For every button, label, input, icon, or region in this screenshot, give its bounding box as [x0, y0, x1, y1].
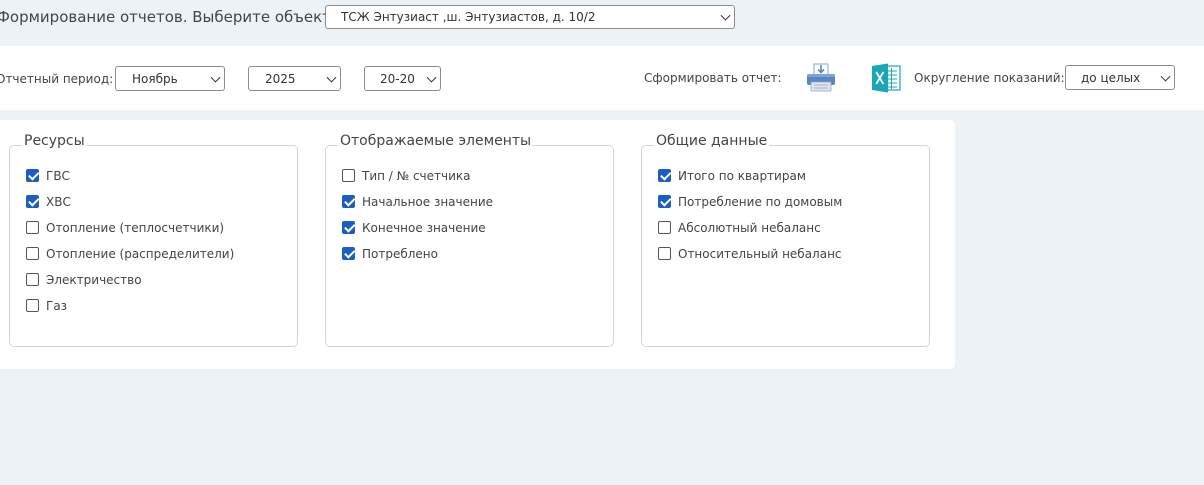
period-bar: Отчетный период: Ноябрь 2025 20-20 Сформ…	[0, 46, 1204, 110]
checkbox[interactable]	[658, 194, 671, 208]
checkbox-label: Абсолютный небаланс	[678, 221, 821, 235]
year-select[interactable]: 2025	[248, 66, 341, 91]
object-select-wrapper: ТСЖ Энтузиаст ,ш. Энтузиастов, д. 10/2	[325, 5, 735, 29]
checkbox[interactable]	[26, 246, 39, 260]
elements-group-title: Отображаемые элементы	[338, 133, 534, 149]
checkbox[interactable]	[342, 246, 355, 260]
checkbox-label: Относительный небаланс	[678, 247, 842, 261]
checkbox-label: Отопление (теплосчетчики)	[46, 221, 225, 235]
general-checkbox-row[interactable]: Абсолютный небаланс	[658, 219, 821, 235]
general-checkbox-row[interactable]: Итого по квартирам	[658, 167, 806, 183]
general-checkbox-row[interactable]: Потребление по домовым	[658, 193, 842, 209]
checkbox[interactable]	[342, 220, 355, 234]
checkbox[interactable]	[658, 220, 671, 234]
printer-icon	[807, 63, 835, 92]
period-label: Отчетный период:	[0, 72, 114, 86]
options-panel: Ресурсы ГВС ХВС Отопление (теплосчетчики…	[0, 120, 955, 369]
checkbox[interactable]	[26, 298, 39, 312]
checkbox-label: Начальное значение	[362, 195, 494, 209]
month-select[interactable]: Ноябрь	[115, 66, 225, 91]
excel-icon	[872, 63, 901, 93]
checkbox-label: ГВС	[46, 169, 70, 183]
rounding-label: Округление показаний:	[914, 71, 1065, 85]
checkbox-label: Газ	[46, 299, 68, 313]
resource-checkbox-row[interactable]: ХВС	[26, 193, 71, 209]
rounding-select-wrapper: до целых	[1065, 65, 1175, 90]
checkbox-label: Тип / № счетчика	[362, 169, 471, 183]
resource-checkbox-row[interactable]: Отопление (распределители)	[26, 245, 234, 261]
element-checkbox-row[interactable]: Конечное значение	[342, 219, 486, 235]
day-range-select[interactable]: 20-20	[364, 66, 441, 91]
resource-checkbox-row[interactable]: Газ	[26, 297, 67, 313]
resource-checkbox-row[interactable]: Электричество	[26, 271, 142, 287]
year-select-wrapper: 2025	[248, 66, 341, 91]
checkbox[interactable]	[342, 194, 355, 208]
checkbox-label: Итого по квартирам	[678, 169, 806, 183]
print-report-button[interactable]	[805, 63, 837, 93]
checkbox-label: Электричество	[46, 273, 142, 287]
checkbox[interactable]	[658, 168, 671, 182]
excel-report-button[interactable]	[871, 63, 901, 93]
checkbox-label: Потребление по домовым	[678, 195, 843, 209]
element-checkbox-row[interactable]: Начальное значение	[342, 193, 493, 209]
page-title: Формирование отчетов. Выберите объект:	[0, 8, 336, 26]
rounding-select[interactable]: до целых	[1065, 65, 1175, 90]
report-label: Сформировать отчет:	[644, 71, 782, 85]
checkbox[interactable]	[26, 168, 39, 182]
element-checkbox-row[interactable]: Потреблено	[342, 245, 438, 261]
checkbox[interactable]	[342, 168, 355, 182]
elements-group: Отображаемые элементы Тип / № счетчика Н…	[325, 133, 614, 347]
top-bar: Формирование отчетов. Выберите объект: Т…	[0, 0, 1204, 46]
checkbox[interactable]	[26, 194, 39, 208]
checkbox[interactable]	[658, 246, 671, 260]
resources-group-title: Ресурсы	[22, 133, 87, 149]
day-range-select-wrapper: 20-20	[364, 66, 441, 91]
month-select-wrapper: Ноябрь	[115, 66, 225, 91]
resources-group: Ресурсы ГВС ХВС Отопление (теплосчетчики…	[9, 133, 298, 347]
general-group-title: Общие данные	[654, 133, 770, 149]
checkbox-label: Конечное значение	[362, 221, 486, 235]
object-select[interactable]: ТСЖ Энтузиаст ,ш. Энтузиастов, д. 10/2	[325, 5, 735, 29]
checkbox[interactable]	[26, 272, 39, 286]
general-checkbox-row[interactable]: Относительный небаланс	[658, 245, 842, 261]
element-checkbox-row[interactable]: Тип / № счетчика	[342, 167, 471, 183]
resource-checkbox-row[interactable]: Отопление (теплосчетчики)	[26, 219, 224, 235]
checkbox[interactable]	[26, 220, 39, 234]
resource-checkbox-row[interactable]: ГВС	[26, 167, 70, 183]
general-group: Общие данные Итого по квартирам Потребле…	[641, 133, 930, 347]
checkbox-label: Потреблено	[362, 247, 438, 261]
checkbox-label: Отопление (распределители)	[46, 247, 235, 261]
checkbox-label: ХВС	[46, 195, 71, 209]
